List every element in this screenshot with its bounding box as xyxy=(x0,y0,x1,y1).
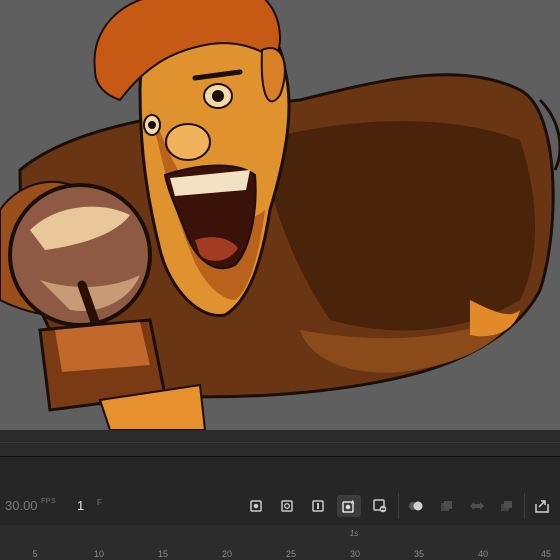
ruler-tick-label: 40 xyxy=(477,549,489,559)
auto-keyframe-icon: A xyxy=(342,500,355,513)
onion-skin-button[interactable] xyxy=(404,495,428,517)
frame-unit-label: F xyxy=(97,498,102,507)
copy-frames-icon xyxy=(501,501,512,511)
ruler-tick-label: 20 xyxy=(221,549,233,559)
timeline-ruler[interactable]: 1s 5 10 15 20 25 30 35 40 45 xyxy=(0,525,560,560)
current-frame-value[interactable]: 1 xyxy=(77,498,84,513)
loop-button[interactable] xyxy=(465,495,489,517)
panel-divider[interactable] xyxy=(0,430,560,457)
export-icon xyxy=(535,500,549,513)
auto-keyframe-button[interactable]: A xyxy=(337,495,361,517)
ruler-tick-label: 35 xyxy=(413,549,425,559)
cartoon-character-artwork[interactable] xyxy=(0,0,560,430)
copy-frames-button[interactable] xyxy=(495,495,519,517)
insert-keyframe-button[interactable] xyxy=(244,495,268,517)
clear-keyframe-button[interactable] xyxy=(368,495,392,517)
ruler-tick-label: 15 xyxy=(157,549,169,559)
export-button[interactable] xyxy=(530,495,554,517)
insert-frame-icon xyxy=(312,500,324,512)
toolbar-divider xyxy=(398,493,399,519)
ruler-tick-label: 30 xyxy=(349,549,361,559)
insert-blank-keyframe-icon xyxy=(281,500,293,512)
timeline-controls: 30.00 FPS 1 F A xyxy=(0,467,560,525)
svg-text:A: A xyxy=(351,500,355,506)
time-marker-label: 1s xyxy=(349,529,359,538)
timeline-header-bar xyxy=(0,457,560,467)
stage-canvas[interactable] xyxy=(0,0,560,430)
ruler-tick-label: 25 xyxy=(285,549,297,559)
onion-skin-icon xyxy=(409,501,423,511)
insert-frame-button[interactable] xyxy=(306,495,330,517)
insert-keyframe-icon xyxy=(250,500,262,512)
clear-keyframe-icon xyxy=(373,499,387,513)
toolbar-divider xyxy=(524,493,525,519)
fps-unit-label: FPS xyxy=(41,498,57,505)
edit-multiple-frames-button[interactable] xyxy=(435,495,459,517)
loop-icon xyxy=(470,502,484,510)
fps-value[interactable]: 30.00 xyxy=(5,498,38,513)
edit-multiple-frames-icon xyxy=(441,501,452,511)
ruler-tick-label: 5 xyxy=(32,549,38,559)
insert-blank-keyframe-button[interactable] xyxy=(275,495,299,517)
divider-line xyxy=(0,442,560,443)
ruler-tick-label: 10 xyxy=(93,549,105,559)
ruler-tick-label: 45 xyxy=(540,549,552,559)
